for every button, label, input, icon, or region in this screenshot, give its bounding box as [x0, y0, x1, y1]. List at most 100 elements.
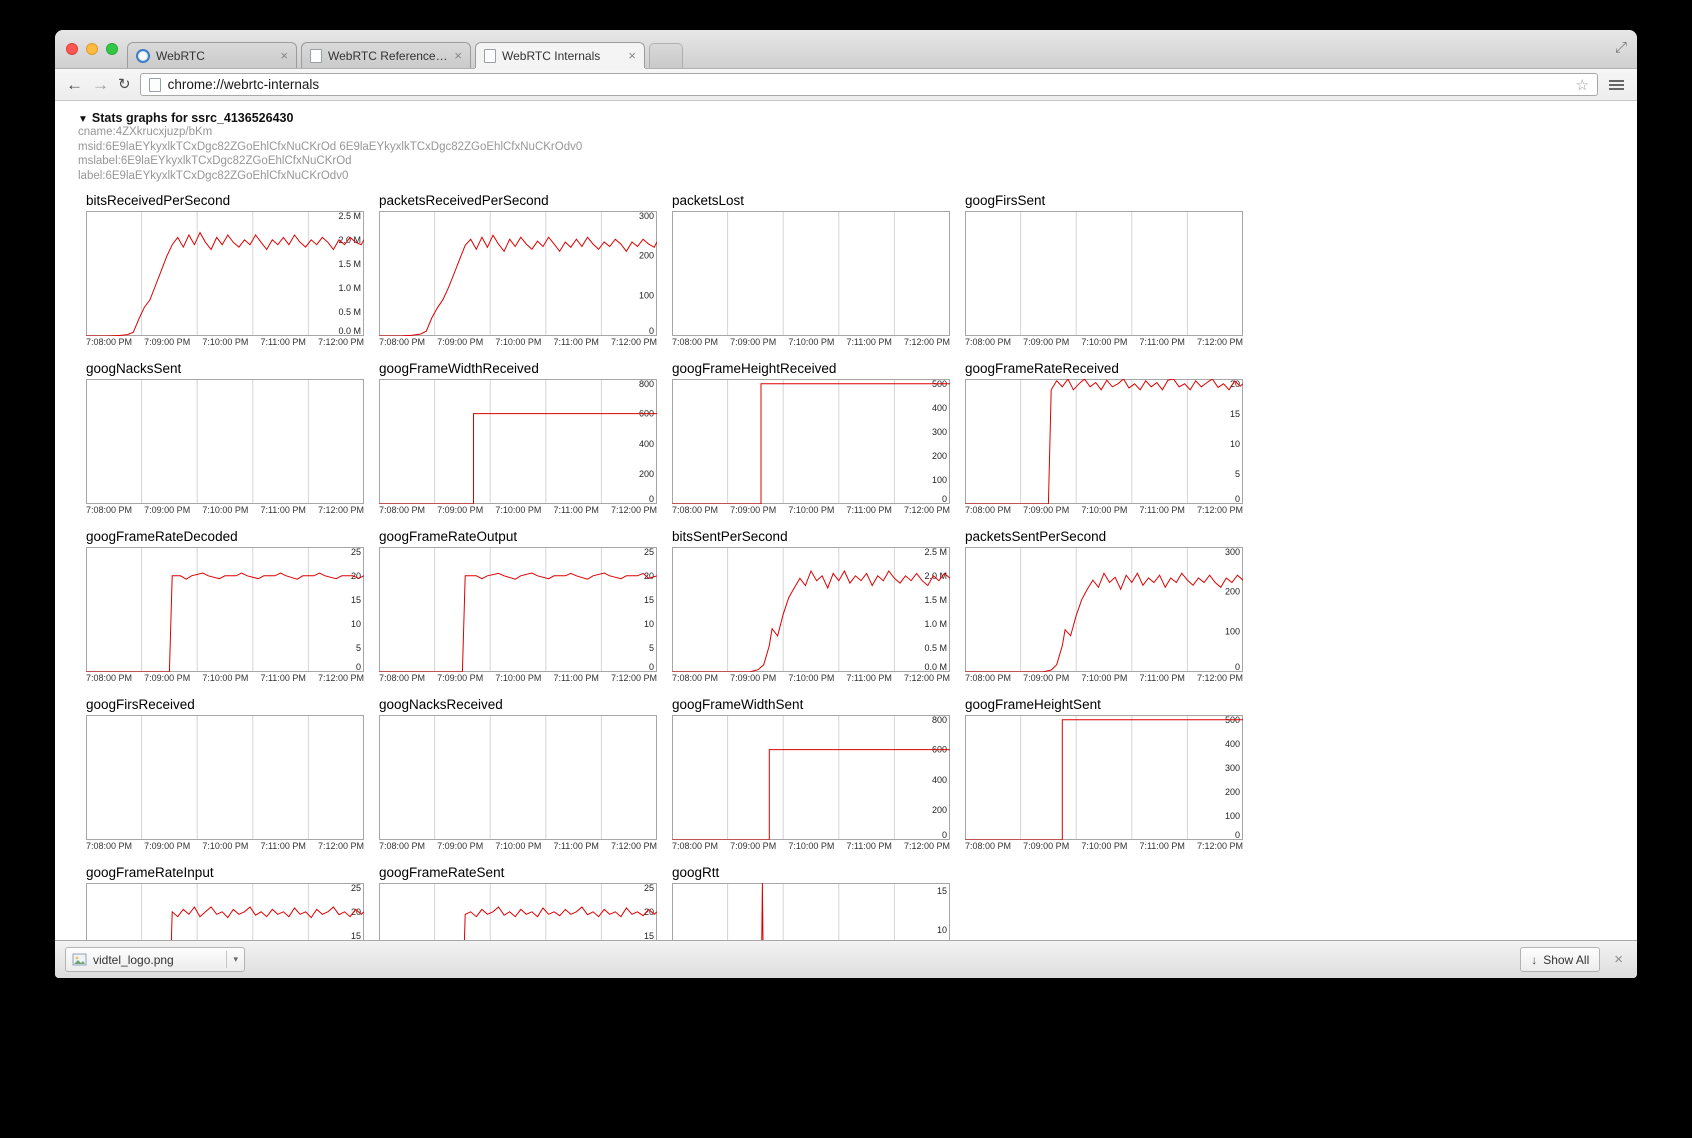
chart-title: googFrameWidthSent	[672, 697, 950, 712]
charts-grid: bitsReceivedPerSecond2.5 M2.0 M1.5 M1.0 …	[86, 193, 1637, 940]
x-tick-label: 7:10:00 PM	[788, 841, 834, 851]
chart-title: googNacksReceived	[379, 697, 657, 712]
x-tick-label: 7:08:00 PM	[379, 673, 425, 683]
meta-label: label:6E9laEYkyxlkTCxDgc82ZGoEhlCfxNuCKr…	[55, 169, 1637, 184]
x-axis-labels: 7:08:00 PM7:09:00 PM7:10:00 PM7:11:00 PM…	[86, 337, 364, 347]
x-tick-label: 7:08:00 PM	[672, 841, 718, 851]
svg-text:300: 300	[1225, 547, 1240, 557]
chart-plot: 3002001000	[965, 547, 1243, 672]
meta-mslabel: mslabel:6E9laEYkyxlkTCxDgc82ZGoEhlCfxNuC…	[55, 154, 1637, 169]
chart-title: googNacksSent	[86, 361, 364, 376]
chart-googNacksReceived: googNacksReceived7:08:00 PM7:09:00 PM7:1…	[379, 697, 657, 851]
svg-text:0.5 M: 0.5 M	[338, 307, 361, 317]
x-axis-labels: 7:08:00 PM7:09:00 PM7:10:00 PM7:11:00 PM…	[379, 673, 657, 683]
forward-button[interactable]: →	[92, 76, 109, 93]
page-content: ▼Stats graphs for ssrc_4136526430 cname:…	[55, 101, 1637, 940]
x-tick-label: 7:10:00 PM	[788, 673, 834, 683]
x-tick-label: 7:09:00 PM	[1023, 337, 1069, 347]
show-all-button[interactable]: ↓ Show All	[1520, 947, 1600, 972]
omnibox[interactable]: chrome://webrtc-internals ☆	[140, 73, 1598, 96]
tab-webrtc-reference-app[interactable]: WebRTC Reference App ×	[301, 42, 471, 68]
window-zoom-button[interactable]	[106, 43, 118, 55]
chart-packetsSentPerSecond: packetsSentPerSecond30020010007:08:00 PM…	[965, 529, 1243, 683]
chart-googRtt: googRtt1510507:08:00 PM7:09:00 PM7:10:00…	[672, 865, 950, 940]
x-tick-label: 7:10:00 PM	[202, 673, 248, 683]
titlebar: WebRTC × WebRTC Reference App × WebRTC I…	[55, 30, 1637, 69]
chart-googFrameRateReceived: googFrameRateReceived201510507:08:00 PM7…	[965, 361, 1243, 515]
chart-title: googFrameWidthReceived	[379, 361, 657, 376]
reload-button[interactable]: ↻	[118, 76, 131, 93]
svg-text:15: 15	[644, 931, 654, 940]
tab-close-icon[interactable]: ×	[280, 49, 288, 62]
x-tick-label: 7:08:00 PM	[86, 505, 132, 515]
page-favicon-icon	[310, 49, 322, 63]
fullscreen-icon[interactable]: ⤢	[1615, 39, 1627, 56]
x-tick-label: 7:09:00 PM	[730, 337, 776, 347]
x-tick-label: 7:08:00 PM	[672, 673, 718, 683]
svg-text:15: 15	[644, 595, 654, 605]
download-dropdown-icon[interactable]: ▾	[226, 951, 238, 968]
x-tick-label: 7:08:00 PM	[379, 337, 425, 347]
svg-text:1.5 M: 1.5 M	[338, 259, 361, 269]
window-minimize-button[interactable]	[86, 43, 98, 55]
bookmark-star-icon[interactable]: ☆	[1576, 76, 1589, 94]
chart-plot: 8006004002000	[379, 379, 657, 504]
url-text[interactable]: chrome://webrtc-internals	[168, 77, 1569, 92]
svg-text:1.5 M: 1.5 M	[924, 595, 947, 605]
page-favicon-icon	[484, 49, 496, 63]
x-tick-label: 7:09:00 PM	[144, 673, 190, 683]
x-axis-labels: 7:08:00 PM7:09:00 PM7:10:00 PM7:11:00 PM…	[672, 337, 950, 347]
svg-text:0: 0	[1235, 494, 1240, 504]
x-tick-label: 7:11:00 PM	[553, 505, 598, 515]
x-tick-label: 7:11:00 PM	[553, 337, 598, 347]
chart-title: packetsLost	[672, 193, 950, 208]
shelf-close-icon[interactable]: ×	[1614, 951, 1623, 968]
svg-text:10: 10	[937, 925, 947, 935]
tab-close-icon[interactable]: ×	[628, 49, 636, 62]
tab-label: WebRTC	[156, 49, 274, 63]
x-tick-label: 7:10:00 PM	[495, 841, 541, 851]
collapse-toggle-icon[interactable]: ▼	[78, 114, 88, 125]
svg-text:100: 100	[1225, 627, 1240, 637]
menu-button[interactable]	[1607, 77, 1626, 93]
x-tick-label: 7:11:00 PM	[846, 337, 891, 347]
x-axis-labels: 7:08:00 PM7:09:00 PM7:10:00 PM7:11:00 PM…	[379, 505, 657, 515]
chart-googFrameHeightReceived: googFrameHeightReceived50040030020010007…	[672, 361, 950, 515]
chart-title: googFirsSent	[965, 193, 1243, 208]
svg-text:400: 400	[932, 775, 947, 785]
back-button[interactable]: ←	[66, 76, 83, 93]
svg-text:25: 25	[644, 547, 654, 557]
x-tick-label: 7:11:00 PM	[553, 841, 598, 851]
svg-text:25: 25	[351, 547, 361, 557]
x-tick-label: 7:10:00 PM	[202, 841, 248, 851]
image-file-icon	[72, 952, 87, 967]
x-tick-label: 7:11:00 PM	[260, 841, 305, 851]
x-axis-labels: 7:08:00 PM7:09:00 PM7:10:00 PM7:11:00 PM…	[672, 505, 950, 515]
x-axis-labels: 7:08:00 PM7:09:00 PM7:10:00 PM7:11:00 PM…	[965, 505, 1243, 515]
x-tick-label: 7:09:00 PM	[437, 841, 483, 851]
x-axis-labels: 7:08:00 PM7:09:00 PM7:10:00 PM7:11:00 PM…	[965, 673, 1243, 683]
tab-webrtc[interactable]: WebRTC ×	[127, 42, 297, 68]
new-tab-button[interactable]	[649, 43, 683, 68]
chart-googFrameRateOutput: googFrameRateOutput25201510507:08:00 PM7…	[379, 529, 657, 683]
chart-packetsReceivedPerSecond: packetsReceivedPerSecond30020010007:08:0…	[379, 193, 657, 347]
chart-plot: 2.5 M2.0 M1.5 M1.0 M0.5 M0.0 M	[86, 211, 364, 336]
x-axis-labels: 7:08:00 PM7:09:00 PM7:10:00 PM7:11:00 PM…	[379, 337, 657, 347]
desktop-background: { "window": { "tabs": [ {"label": "WebRT…	[0, 0, 1692, 1138]
chart-title: packetsReceivedPerSecond	[379, 193, 657, 208]
svg-text:200: 200	[932, 451, 947, 461]
x-tick-label: 7:12:00 PM	[1197, 841, 1243, 851]
tab-close-icon[interactable]: ×	[454, 49, 462, 62]
x-tick-label: 7:11:00 PM	[553, 673, 598, 683]
chart-title: googRtt	[672, 865, 950, 880]
x-tick-label: 7:09:00 PM	[1023, 841, 1069, 851]
svg-text:0: 0	[649, 662, 654, 672]
window-close-button[interactable]	[66, 43, 78, 55]
x-tick-label: 7:12:00 PM	[611, 337, 657, 347]
tab-webrtc-internals[interactable]: WebRTC Internals ×	[475, 42, 645, 68]
download-item[interactable]: vidtel_logo.png ▾	[65, 947, 245, 972]
svg-text:400: 400	[932, 403, 947, 413]
x-tick-label: 7:09:00 PM	[144, 337, 190, 347]
svg-text:300: 300	[1225, 763, 1240, 773]
svg-text:15: 15	[937, 886, 947, 896]
